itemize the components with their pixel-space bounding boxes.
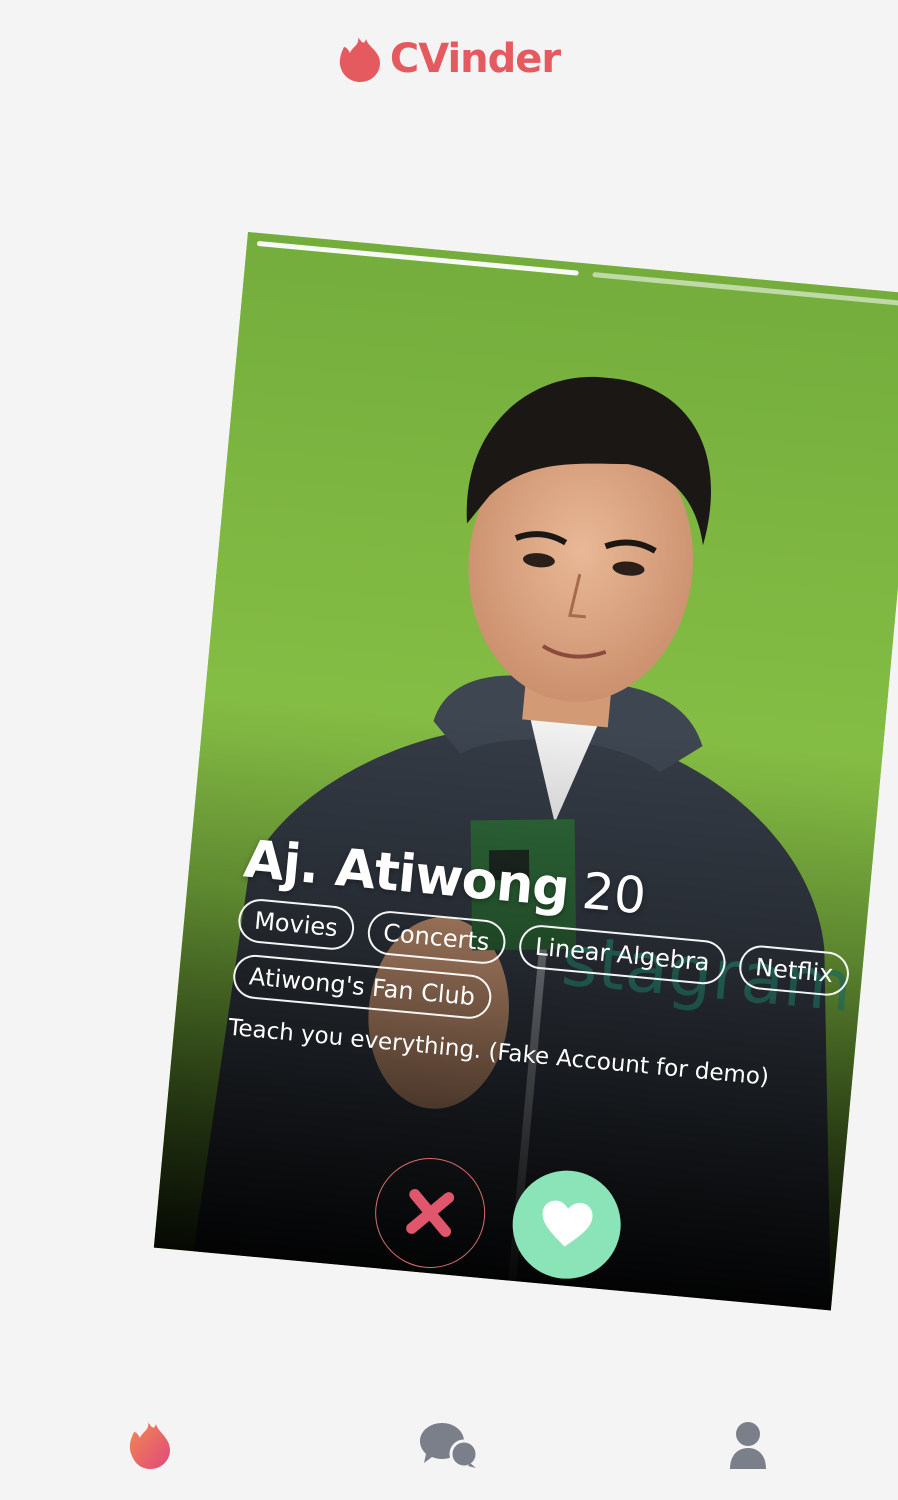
brand-logo[interactable]: CVinder — [338, 35, 561, 83]
heart-icon — [542, 1200, 593, 1247]
interest-tag: Concerts — [365, 909, 508, 966]
nav-item-discover[interactable] — [90, 1405, 210, 1485]
flame-icon — [129, 1422, 170, 1469]
interest-tag: Linear Algebra — [517, 923, 728, 987]
app-header: CVinder — [0, 24, 898, 94]
nav-item-profile[interactable] — [688, 1405, 808, 1485]
profile-card[interactable]: stagram Aj. Atiwong 20 Movies Concerts L… — [153, 232, 898, 1311]
nav-item-messages[interactable] — [389, 1405, 509, 1485]
bottom-nav — [0, 1390, 898, 1500]
flame-logo-icon — [338, 35, 382, 83]
nope-button[interactable] — [370, 1153, 491, 1273]
profile-icon — [730, 1422, 767, 1469]
interest-tag: Netflix — [737, 943, 852, 998]
app-screen: CVinder Aj. Atiwong 20 Movies Concerts L… — [0, 0, 898, 1500]
app-name: CVinder — [389, 36, 561, 82]
chat-icon — [419, 1423, 478, 1469]
profile-age: 20 — [579, 861, 649, 926]
interest-tag: Movies — [236, 897, 356, 952]
like-button[interactable] — [507, 1165, 626, 1284]
close-icon — [406, 1189, 455, 1238]
interest-tag: Atiwong's Fan Club — [231, 952, 493, 1021]
